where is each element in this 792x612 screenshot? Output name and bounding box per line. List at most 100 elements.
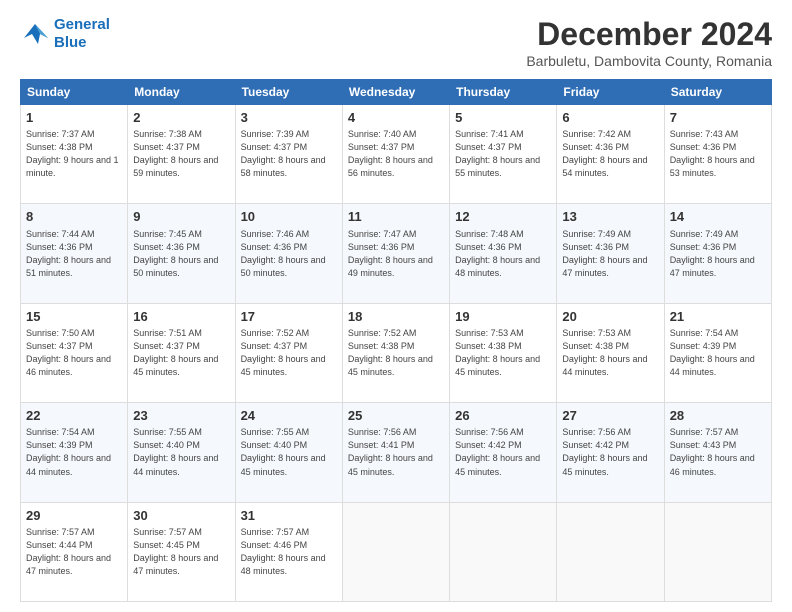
location-title: Barbuletu, Dambovita County, Romania	[526, 53, 772, 69]
day-number: 16	[133, 308, 229, 326]
day-number: 27	[562, 407, 658, 425]
day-number: 30	[133, 507, 229, 525]
logo-line1: General	[54, 16, 110, 33]
day-number: 4	[348, 109, 444, 127]
day-info: Sunrise: 7:56 AM Sunset: 4:42 PM Dayligh…	[455, 426, 551, 478]
day-info: Sunrise: 7:37 AM Sunset: 4:38 PM Dayligh…	[26, 128, 122, 180]
header-wednesday: Wednesday	[342, 80, 449, 105]
calendar-cell: 17Sunrise: 7:52 AM Sunset: 4:37 PM Dayli…	[235, 303, 342, 402]
calendar-cell	[450, 502, 557, 601]
header-saturday: Saturday	[664, 80, 771, 105]
calendar-cell: 10 Sunrise: 7:46 AM Sunset: 4:36 PM Dayli…	[235, 204, 342, 303]
calendar-cell: 15Sunrise: 7:50 AM Sunset: 4:37 PM Dayli…	[21, 303, 128, 402]
header: General Blue December 2024 Barbuletu, Da…	[20, 16, 772, 69]
day-info: Sunrise: 7:48 AM Sunset: 4:36 PM Dayligh…	[455, 228, 551, 280]
day-number: 2	[133, 109, 229, 127]
day-number: 24	[241, 407, 337, 425]
day-number: 21	[670, 308, 766, 326]
day-info: Sunrise: 7:51 AM Sunset: 4:37 PM Dayligh…	[133, 327, 229, 379]
day-info: Sunrise: 7:55 AM Sunset: 4:40 PM Dayligh…	[133, 426, 229, 478]
calendar-cell: 12 Sunrise: 7:48 AM Sunset: 4:36 PM Dayli…	[450, 204, 557, 303]
day-number: 5	[455, 109, 551, 127]
day-number: 29	[26, 507, 122, 525]
calendar-cell: 28Sunrise: 7:57 AM Sunset: 4:43 PM Dayli…	[664, 403, 771, 502]
day-info: Sunrise: 7:42 AM Sunset: 4:36 PM Dayligh…	[562, 128, 658, 180]
calendar-week-3: 15Sunrise: 7:50 AM Sunset: 4:37 PM Dayli…	[21, 303, 772, 402]
calendar-cell: 27Sunrise: 7:56 AM Sunset: 4:42 PM Dayli…	[557, 403, 664, 502]
day-number: 11	[348, 208, 444, 226]
calendar-table: SundayMondayTuesdayWednesdayThursdayFrid…	[20, 79, 772, 602]
day-number: 12	[455, 208, 551, 226]
calendar-cell: 13Sunrise: 7:49 AM Sunset: 4:36 PM Dayli…	[557, 204, 664, 303]
day-info: Sunrise: 7:38 AM Sunset: 4:37 PM Dayligh…	[133, 128, 229, 180]
day-info: Sunrise: 7:50 AM Sunset: 4:37 PM Dayligh…	[26, 327, 122, 379]
header-thursday: Thursday	[450, 80, 557, 105]
header-tuesday: Tuesday	[235, 80, 342, 105]
day-info: Sunrise: 7:41 AM Sunset: 4:37 PM Dayligh…	[455, 128, 551, 180]
day-info: Sunrise: 7:45 AM Sunset: 4:36 PM Dayligh…	[133, 228, 229, 280]
header-sunday: Sunday	[21, 80, 128, 105]
day-info: Sunrise: 7:57 AM Sunset: 4:45 PM Dayligh…	[133, 526, 229, 578]
day-info: Sunrise: 7:46 AM Sunset: 4:36 PM Dayligh…	[241, 228, 337, 280]
day-number: 31	[241, 507, 337, 525]
day-number: 17	[241, 308, 337, 326]
calendar-week-5: 29Sunrise: 7:57 AM Sunset: 4:44 PM Dayli…	[21, 502, 772, 601]
month-title: December 2024	[526, 16, 772, 53]
day-number: 28	[670, 407, 766, 425]
day-info: Sunrise: 7:49 AM Sunset: 4:36 PM Dayligh…	[562, 228, 658, 280]
calendar-cell: 24Sunrise: 7:55 AM Sunset: 4:40 PM Dayli…	[235, 403, 342, 502]
calendar-cell: 29Sunrise: 7:57 AM Sunset: 4:44 PM Dayli…	[21, 502, 128, 601]
day-info: Sunrise: 7:57 AM Sunset: 4:44 PM Dayligh…	[26, 526, 122, 578]
header-monday: Monday	[128, 80, 235, 105]
page: General Blue December 2024 Barbuletu, Da…	[0, 0, 792, 612]
calendar-cell	[557, 502, 664, 601]
day-number: 19	[455, 308, 551, 326]
calendar-cell	[342, 502, 449, 601]
logo-icon	[20, 20, 50, 48]
calendar-cell	[664, 502, 771, 601]
logo-line2: Blue	[54, 34, 87, 51]
day-info: Sunrise: 7:54 AM Sunset: 4:39 PM Dayligh…	[26, 426, 122, 478]
calendar-cell: 21Sunrise: 7:54 AM Sunset: 4:39 PM Dayli…	[664, 303, 771, 402]
calendar-cell: 11Sunrise: 7:47 AM Sunset: 4:36 PM Dayli…	[342, 204, 449, 303]
calendar-header-row: SundayMondayTuesdayWednesdayThursdayFrid…	[21, 80, 772, 105]
calendar-cell: 2Sunrise: 7:38 AM Sunset: 4:37 PM Daylig…	[128, 105, 235, 204]
day-number: 6	[562, 109, 658, 127]
calendar-cell: 31Sunrise: 7:57 AM Sunset: 4:46 PM Dayli…	[235, 502, 342, 601]
header-friday: Friday	[557, 80, 664, 105]
calendar-cell: 14Sunrise: 7:49 AM Sunset: 4:36 PM Dayli…	[664, 204, 771, 303]
day-number: 26	[455, 407, 551, 425]
day-info: Sunrise: 7:55 AM Sunset: 4:40 PM Dayligh…	[241, 426, 337, 478]
day-number: 10	[241, 208, 337, 226]
day-number: 15	[26, 308, 122, 326]
calendar-cell: 18Sunrise: 7:52 AM Sunset: 4:38 PM Dayli…	[342, 303, 449, 402]
day-info: Sunrise: 7:56 AM Sunset: 4:42 PM Dayligh…	[562, 426, 658, 478]
calendar-cell: 7Sunrise: 7:43 AM Sunset: 4:36 PM Daylig…	[664, 105, 771, 204]
calendar-cell: 26Sunrise: 7:56 AM Sunset: 4:42 PM Dayli…	[450, 403, 557, 502]
calendar-cell: 5Sunrise: 7:41 AM Sunset: 4:37 PM Daylig…	[450, 105, 557, 204]
day-info: Sunrise: 7:52 AM Sunset: 4:38 PM Dayligh…	[348, 327, 444, 379]
calendar-week-2: 8 Sunrise: 7:44 AM Sunset: 4:36 PM Daylig…	[21, 204, 772, 303]
calendar-cell: 8 Sunrise: 7:44 AM Sunset: 4:36 PM Daylig…	[21, 204, 128, 303]
calendar-cell: 19Sunrise: 7:53 AM Sunset: 4:38 PM Dayli…	[450, 303, 557, 402]
day-number: 3	[241, 109, 337, 127]
calendar-cell: 20Sunrise: 7:53 AM Sunset: 4:38 PM Dayli…	[557, 303, 664, 402]
day-info: Sunrise: 7:54 AM Sunset: 4:39 PM Dayligh…	[670, 327, 766, 379]
calendar-cell: 30Sunrise: 7:57 AM Sunset: 4:45 PM Dayli…	[128, 502, 235, 601]
day-info: Sunrise: 7:56 AM Sunset: 4:41 PM Dayligh…	[348, 426, 444, 478]
logo: General Blue	[20, 16, 110, 52]
day-info: Sunrise: 7:52 AM Sunset: 4:37 PM Dayligh…	[241, 327, 337, 379]
calendar-week-4: 22Sunrise: 7:54 AM Sunset: 4:39 PM Dayli…	[21, 403, 772, 502]
day-info: Sunrise: 7:44 AM Sunset: 4:36 PM Dayligh…	[26, 228, 122, 280]
day-info: Sunrise: 7:43 AM Sunset: 4:36 PM Dayligh…	[670, 128, 766, 180]
calendar-cell: 9Sunrise: 7:45 AM Sunset: 4:36 PM Daylig…	[128, 204, 235, 303]
calendar-week-1: 1Sunrise: 7:37 AM Sunset: 4:38 PM Daylig…	[21, 105, 772, 204]
day-info: Sunrise: 7:39 AM Sunset: 4:37 PM Dayligh…	[241, 128, 337, 180]
calendar-cell: 25Sunrise: 7:56 AM Sunset: 4:41 PM Dayli…	[342, 403, 449, 502]
day-number: 23	[133, 407, 229, 425]
day-number: 8	[26, 208, 122, 226]
day-number: 20	[562, 308, 658, 326]
day-number: 22	[26, 407, 122, 425]
calendar-cell: 6Sunrise: 7:42 AM Sunset: 4:36 PM Daylig…	[557, 105, 664, 204]
day-info: Sunrise: 7:49 AM Sunset: 4:36 PM Dayligh…	[670, 228, 766, 280]
